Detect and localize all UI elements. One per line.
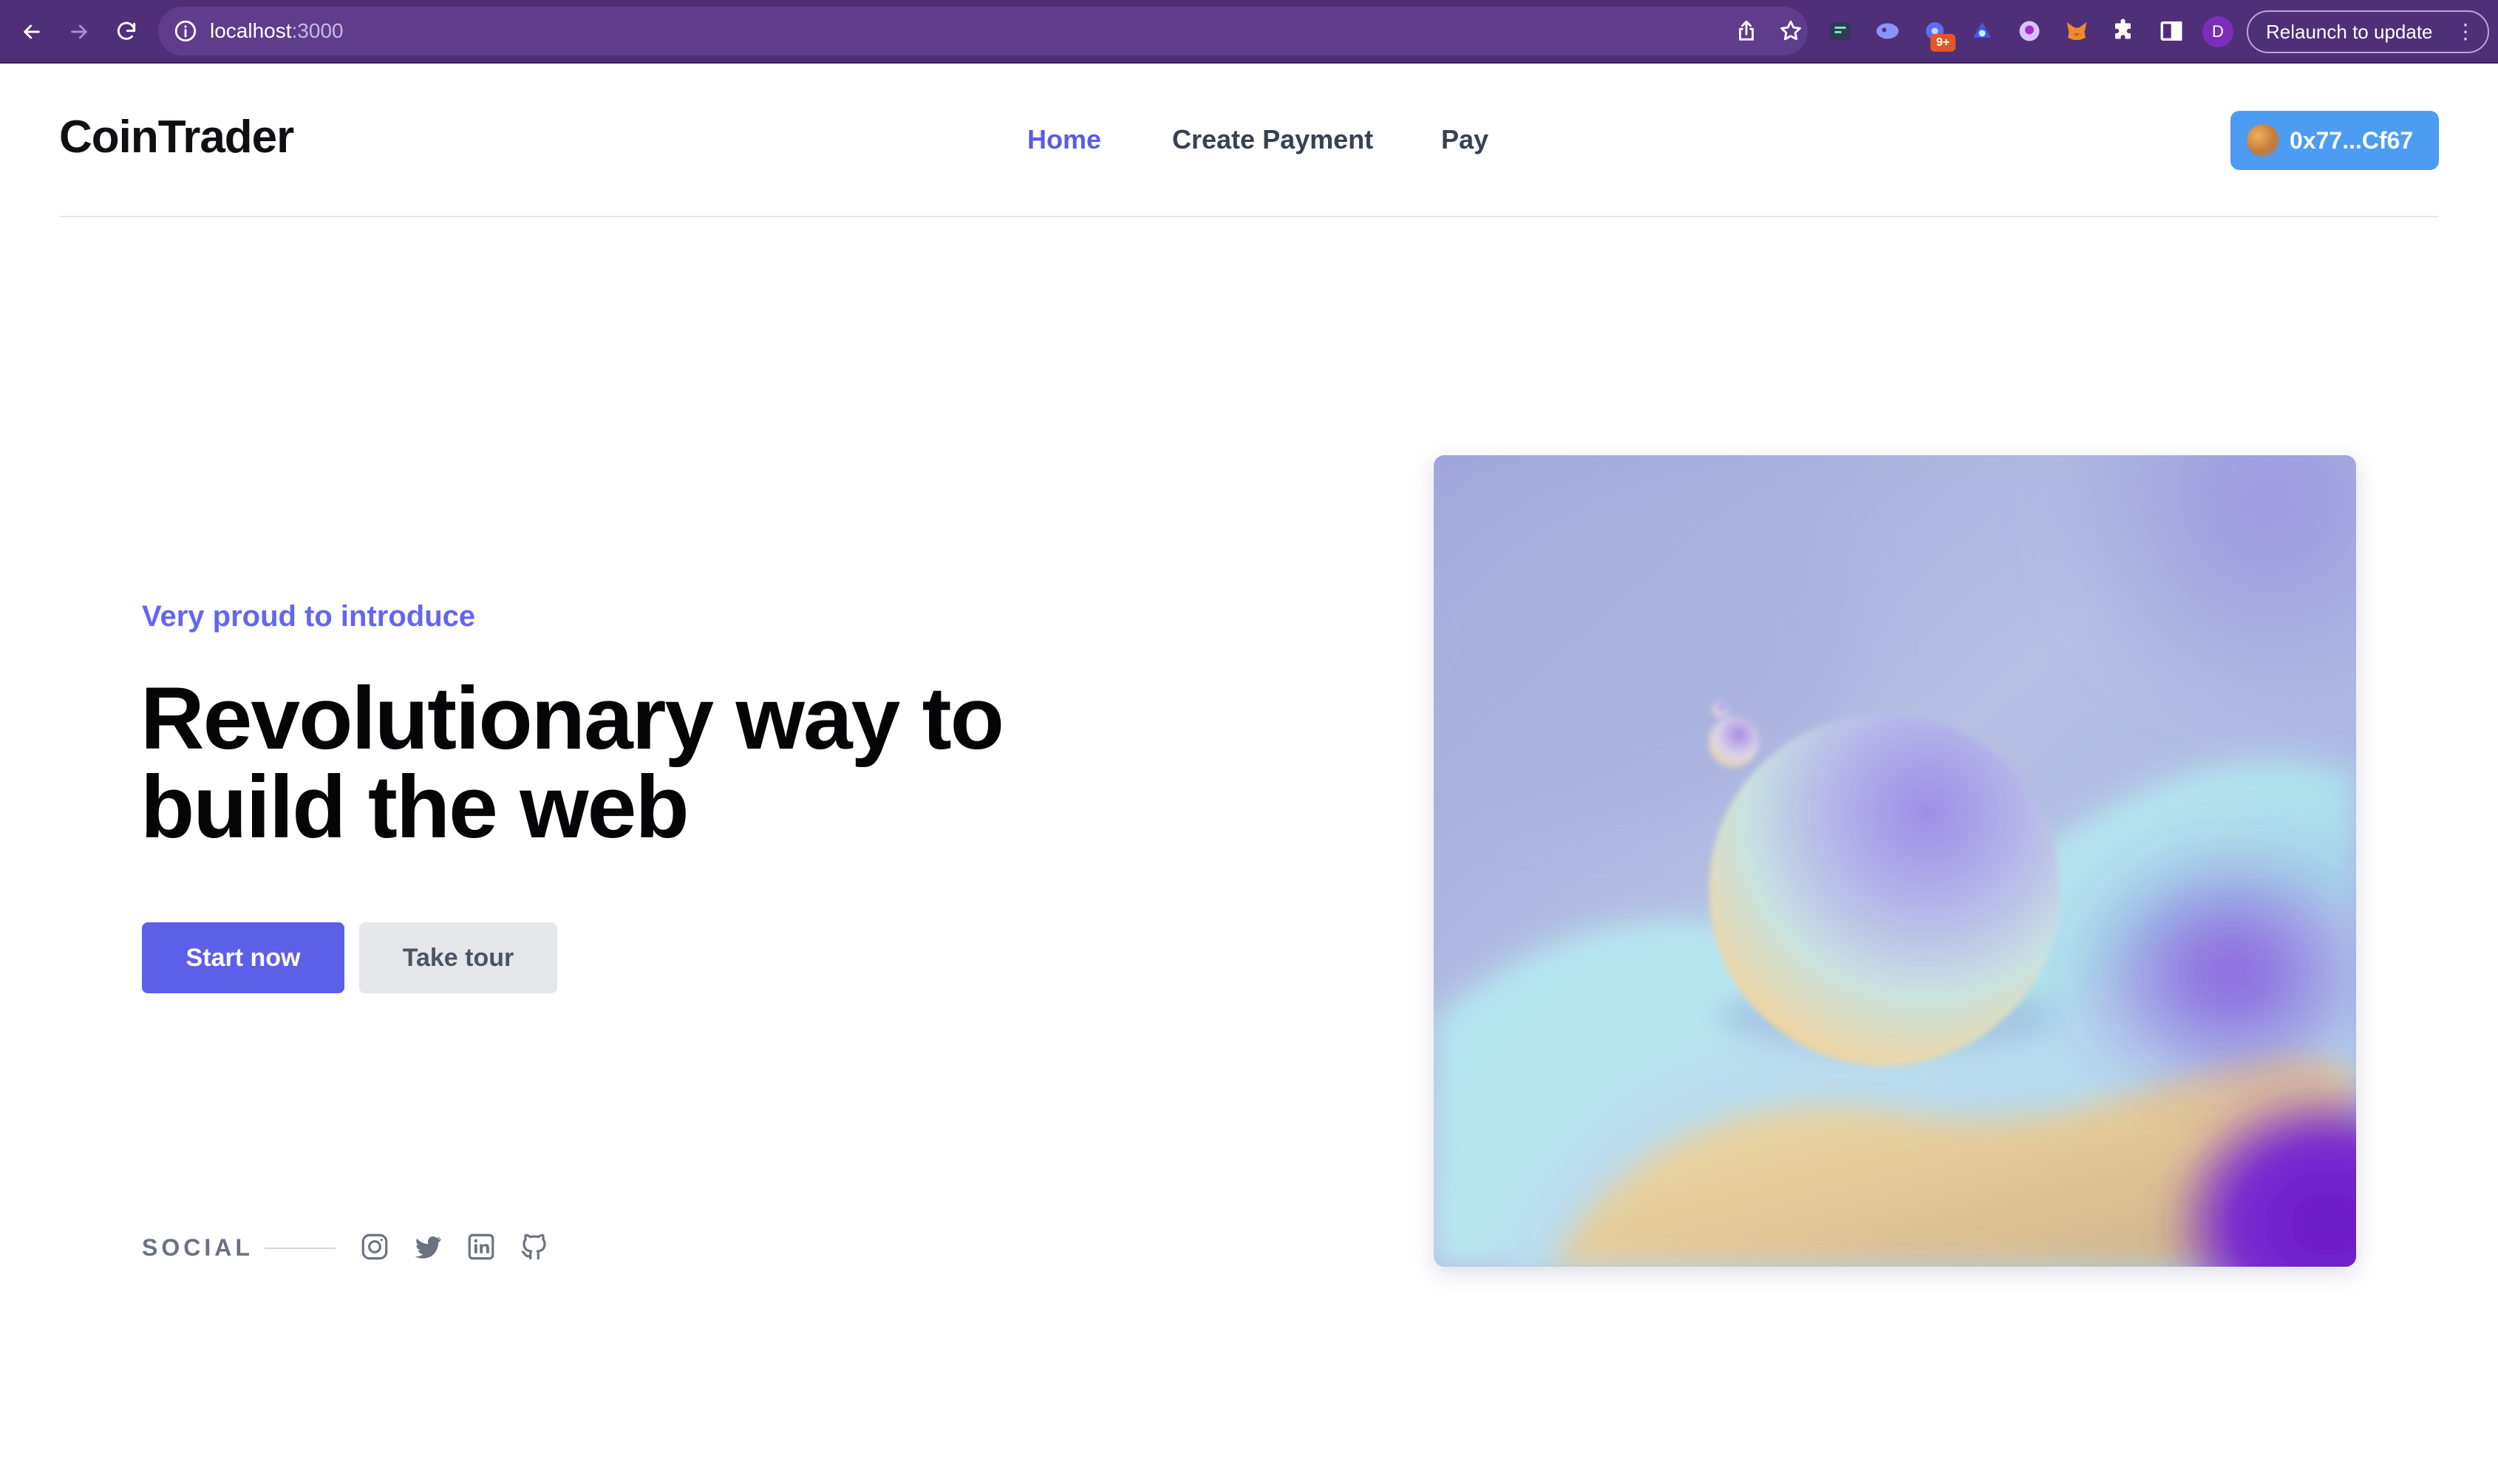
start-now-button[interactable]: Start now: [142, 922, 344, 993]
reload-icon[interactable]: [108, 13, 145, 50]
relaunch-button[interactable]: Relaunch to update ⋮: [2247, 10, 2489, 53]
extension-4-icon[interactable]: [1967, 16, 1997, 46]
extension-badge: 9+: [1930, 34, 1956, 52]
url-port: :3000: [291, 19, 344, 42]
headline-line-2: build the web: [140, 758, 690, 857]
linkedin-icon[interactable]: [466, 1231, 497, 1262]
twitter-icon[interactable]: [412, 1231, 443, 1262]
puzzle-piece-icon[interactable]: [2109, 16, 2139, 46]
github-icon[interactable]: [519, 1231, 550, 1262]
site-logo[interactable]: CoinTrader: [59, 111, 294, 163]
share-icon[interactable]: [1734, 18, 1759, 44]
nav-pay[interactable]: Pay: [1441, 124, 1488, 155]
url-host: localhost: [210, 19, 292, 42]
header-divider: [59, 216, 2439, 217]
side-panel-icon[interactable]: [2157, 16, 2186, 46]
hero-illustration: [1434, 455, 2356, 1267]
browser-toolbar: localhost:3000 9+ D Relaunch to update ⋮: [0, 0, 2498, 64]
forward-icon[interactable]: [61, 13, 98, 50]
wallet-button[interactable]: 0x77...Cf67: [2230, 111, 2439, 170]
social-label: SOCIAL: [142, 1234, 253, 1261]
address-bar[interactable]: localhost:3000: [158, 7, 1808, 55]
nav-create-payment[interactable]: Create Payment: [1172, 124, 1373, 155]
hero-eyebrow: Very proud to introduce: [142, 600, 476, 633]
wallet-avatar: [2247, 124, 2279, 157]
hero-headline: Revolutionary way to build the web: [140, 674, 1249, 851]
social-divider: [265, 1248, 336, 1249]
bookmark-star-icon[interactable]: [1778, 18, 1803, 44]
take-tour-button[interactable]: Take tour: [359, 922, 557, 993]
extension-1-icon[interactable]: [1825, 16, 1855, 46]
site-info-icon[interactable]: [173, 18, 198, 44]
profile-avatar[interactable]: D: [2202, 16, 2233, 47]
back-icon[interactable]: [13, 13, 50, 50]
headline-line-1: Revolutionary way to: [140, 669, 1004, 768]
toolbar-divider: [0, 62, 2498, 64]
metamask-fox-icon[interactable]: [2062, 16, 2092, 46]
extension-5-icon[interactable]: [2015, 16, 2044, 46]
wallet-address: 0x77...Cf67: [2290, 126, 2414, 154]
browser-menu-icon[interactable]: ⋮: [2455, 12, 2476, 52]
extension-2-icon[interactable]: [1873, 16, 1902, 46]
instagram-icon[interactable]: [359, 1231, 390, 1262]
url-text[interactable]: localhost:3000: [210, 7, 344, 55]
nav-home[interactable]: Home: [1027, 124, 1101, 155]
relaunch-label: Relaunch to update: [2266, 21, 2433, 43]
